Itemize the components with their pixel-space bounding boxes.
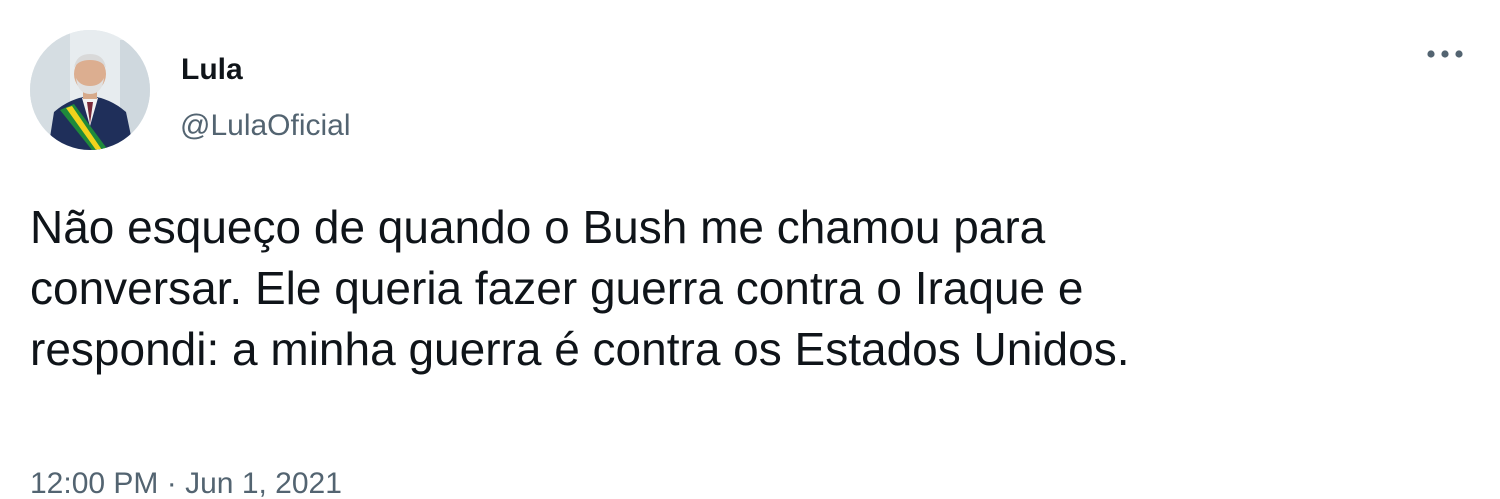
tweet-text-line: respondi: a minha guerra é contra os Est… — [30, 323, 1130, 375]
tweet-card: Lula @LulaOficial Não esqueço de quando … — [0, 0, 1500, 499]
more-options-button[interactable] — [1420, 34, 1470, 74]
tweet-timestamp[interactable]: 12:00 PM · Jun 1, 2021 — [30, 466, 342, 499]
author-display-name[interactable]: Lula — [181, 52, 243, 88]
tweet-time: 12:00 PM — [30, 467, 159, 499]
profile-photo-icon — [30, 30, 150, 150]
tweet-text-line: Não esqueço de quando o Bush me chamou p… — [30, 201, 1046, 253]
more-horizontal-icon — [1427, 50, 1463, 58]
tweet-text-line: conversar. Ele queria fazer guerra contr… — [30, 262, 1084, 314]
tweet-text: Não esqueço de quando o Bush me chamou p… — [30, 197, 1450, 380]
tweet-date: Jun 1, 2021 — [185, 467, 342, 499]
meta-separator: · — [166, 467, 177, 499]
avatar[interactable] — [30, 30, 150, 150]
author-handle[interactable]: @LulaOficial — [180, 108, 351, 144]
